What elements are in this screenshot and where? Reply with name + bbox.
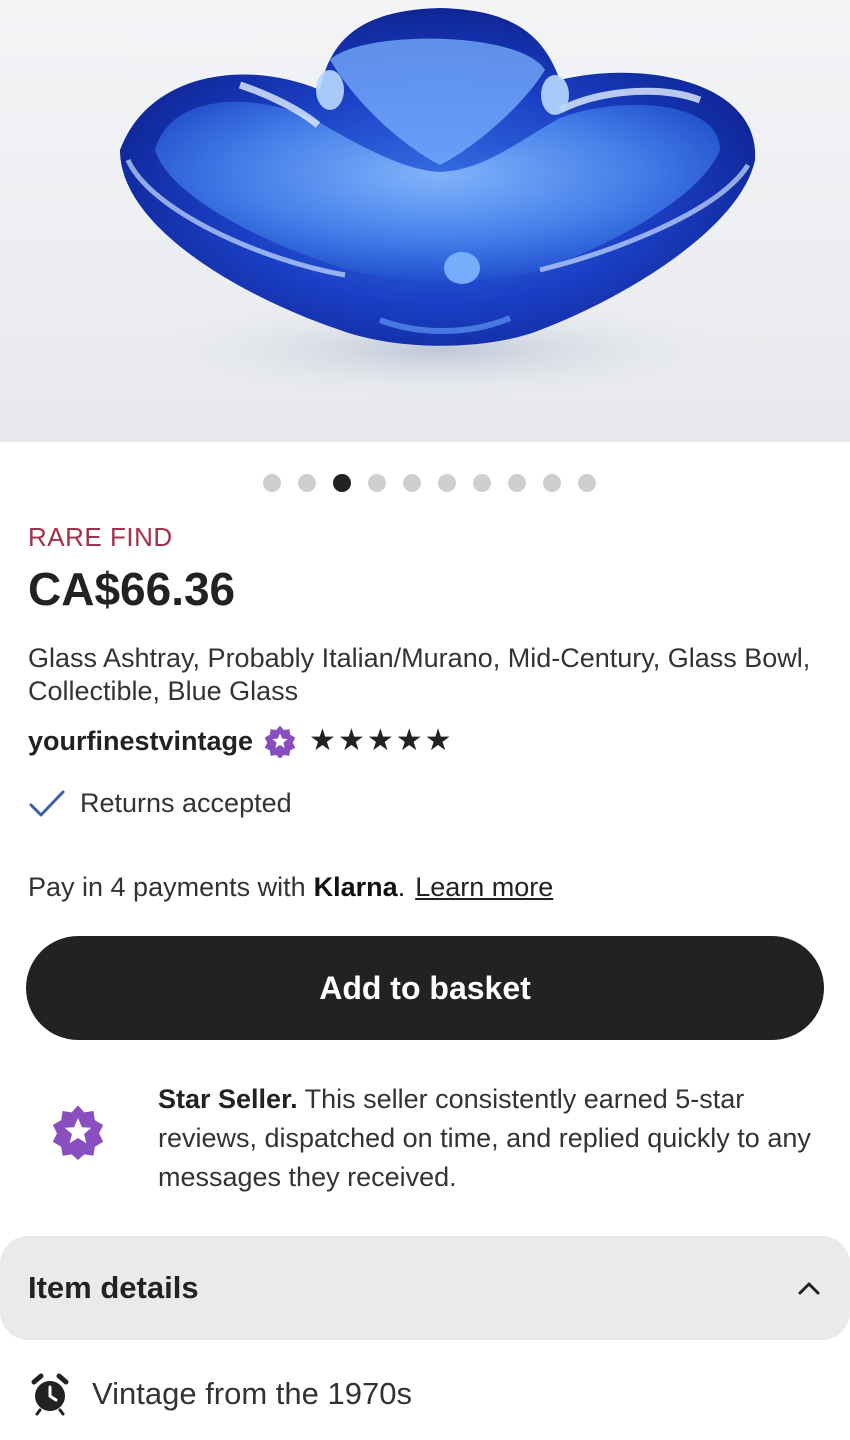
gallery-dot[interactable]	[577, 474, 596, 492]
gallery-dot[interactable]	[262, 474, 281, 492]
star-icon: ★	[424, 724, 452, 757]
klarna-prefix: Pay in 4 payments with	[28, 872, 306, 902]
vintage-row: Vintage from the 1970s	[28, 1372, 412, 1416]
star-seller-badge-icon	[264, 725, 296, 758]
gallery-dot[interactable]	[507, 474, 526, 492]
product-image[interactable]	[0, 0, 850, 442]
gallery-dot[interactable]	[472, 474, 491, 492]
gallery-dot[interactable]	[367, 474, 386, 492]
gallery-dot[interactable]	[542, 474, 561, 492]
product-image-graphic	[120, 8, 756, 400]
seller-rating[interactable]: ★ ★ ★ ★ ★	[309, 726, 452, 756]
gallery-dot[interactable]	[332, 474, 351, 492]
star-seller-text: Star Seller. This seller consistently ea…	[158, 1080, 828, 1197]
star-icon: ★	[309, 724, 336, 757]
item-details-toggle[interactable]: Item details	[0, 1236, 850, 1340]
alarm-clock-icon	[31, 1373, 69, 1416]
star-seller-icon	[52, 1105, 104, 1160]
returns-label: Returns accepted	[80, 788, 292, 818]
star-icon: ★	[337, 724, 365, 757]
returns-row: Returns accepted	[28, 788, 292, 819]
rare-find-badge: RARE FIND	[28, 522, 173, 552]
star-icon: ★	[366, 724, 394, 757]
klarna-row: Pay in 4 payments with Klarna. Learn mor…	[28, 872, 553, 903]
listing-title: Glass Ashtray, Probably Italian/Murano, …	[28, 643, 811, 706]
check-icon	[29, 790, 65, 816]
price: CA$66.36	[28, 563, 236, 615]
add-to-basket-button[interactable]: Add to basket	[26, 936, 824, 1040]
star-icon: ★	[395, 724, 423, 757]
gallery-dot[interactable]	[402, 474, 421, 492]
klarna-separator: .	[397, 872, 406, 902]
gallery-dot[interactable]	[297, 474, 316, 492]
item-details-title: Item details	[28, 1270, 199, 1305]
seller-row[interactable]: yourfinestvintage ★ ★ ★ ★ ★	[28, 724, 452, 758]
gallery-pagination[interactable]	[0, 474, 850, 492]
chevron-up-icon	[798, 1282, 820, 1295]
star-seller-heading: Star Seller.	[158, 1084, 298, 1114]
klarna-logo: Klarna	[313, 872, 398, 902]
vintage-label: Vintage from the 1970s	[92, 1376, 412, 1411]
gallery-dot[interactable]	[437, 474, 456, 492]
star-seller-info: Star Seller. This seller consistently ea…	[0, 1080, 850, 1200]
seller-name[interactable]: yourfinestvintage	[28, 726, 253, 757]
learn-more-link[interactable]: Learn more	[415, 872, 553, 903]
